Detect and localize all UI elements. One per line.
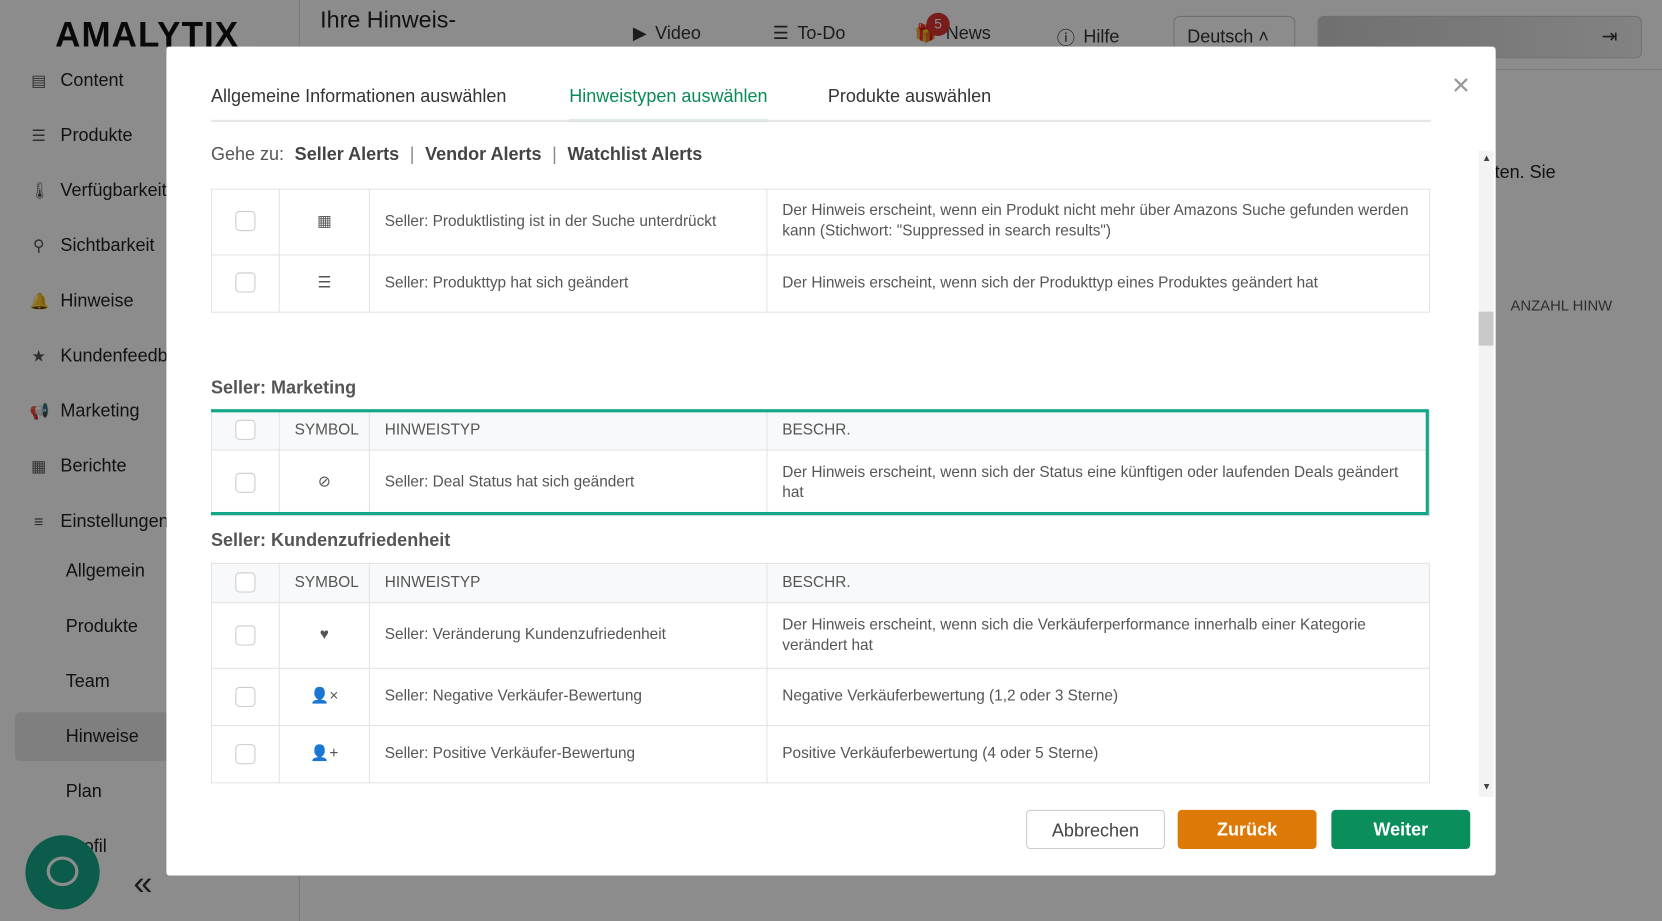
row-checkbox[interactable] — [235, 272, 256, 293]
table-row: 👤× Seller: Negative Verkäufer-Bewertung Ne… — [210, 667, 1430, 727]
goto-vendor-alerts[interactable]: Vendor Alerts — [425, 144, 542, 165]
alert-description: Der Hinweis erscheint, wenn sich der Pro… — [766, 253, 1430, 313]
alert-types-list: ▦ Seller: Produktlisting ist in der Suche… — [210, 188, 1431, 796]
table-row: ♥ Seller: Veränderung Kundenzufriedenheit… — [210, 602, 1430, 669]
tab-1[interactable]: Hinweistypen auswählen — [569, 86, 768, 122]
alert-type: Seller: Positive Verkäufer-Bewertung — [368, 725, 768, 784]
alert-table: SYMBOL HINWEISTYP BESCHR. ⊘ Seller: Deal Sta… — [210, 410, 1430, 517]
scroll-down-icon[interactable]: ▼ — [1482, 781, 1491, 792]
column-header: SYMBOL — [278, 410, 370, 451]
alert-type: Seller: Deal Status hat sich geändert — [368, 449, 768, 517]
table-header: SYMBOL HINWEISTYP BESCHR. — [210, 410, 1430, 451]
scroll-up-icon[interactable]: ▲ — [1482, 153, 1491, 164]
ban-icon: ⊘ — [317, 473, 331, 491]
table-row: ☰ Seller: Produkttyp hat sich geändert Der… — [210, 253, 1430, 313]
alert-type: Seller: Produktlisting ist in der Suche … — [368, 188, 768, 255]
alert-type: Seller: Produkttyp hat sich geändert — [368, 253, 768, 313]
tab-divider — [210, 119, 1431, 122]
cancel-button[interactable]: Abbrechen — [1026, 809, 1165, 850]
table-header: SYMBOL HINWEISTYP BESCHR. — [210, 562, 1430, 604]
alert-description: Der Hinweis erscheint, wenn sich der Sta… — [766, 449, 1430, 517]
table-row: ⊘ Seller: Deal Status hat sich geändert De… — [210, 449, 1430, 517]
alert-description: Der Hinweis erscheint, wenn ein Produkt … — [766, 188, 1430, 255]
goto-nav: Gehe zu: Seller Alerts | Vendor Alerts | W… — [210, 144, 703, 165]
row-checkbox[interactable] — [235, 686, 256, 707]
user-x-icon: 👤× — [310, 687, 339, 705]
row-checkbox[interactable] — [235, 472, 256, 493]
alert-type: Seller: Veränderung Kundenzufriedenheit — [368, 602, 768, 669]
alert-description: Positive Verkäuferbewertung (4 oder 5 St… — [766, 725, 1430, 784]
grid-icon: ▦ — [317, 212, 332, 230]
row-checkbox[interactable] — [235, 211, 256, 232]
goto-label: Gehe zu: — [210, 144, 285, 165]
goto-seller-alerts[interactable]: Seller Alerts — [295, 144, 400, 165]
alert-table: ▦ Seller: Produktlisting ist in der Suche… — [210, 188, 1430, 313]
row-checkbox[interactable] — [235, 743, 256, 765]
alert-table: SYMBOL HINWEISTYP BESCHR. ♥ Seller: Veränder… — [210, 562, 1430, 784]
heart-pulse-icon: ♥ — [319, 626, 329, 644]
modal-dialog: Allgemeine Informationen auswählen Hinwei… — [166, 46, 1496, 876]
alert-description: Negative Verkäuferbewertung (1,2 oder 3 … — [766, 667, 1430, 727]
list-check-icon: ☰ — [317, 274, 332, 291]
scrollbar-thumb[interactable] — [1478, 311, 1494, 346]
alert-description: Der Hinweis erscheint, wenn sich die Ver… — [766, 602, 1430, 669]
column-header: SYMBOL — [278, 562, 370, 604]
column-header: HINWEISTYP — [368, 410, 768, 451]
goto-watchlist-alerts[interactable]: Watchlist Alerts — [567, 144, 702, 165]
close-icon[interactable]: ✕ — [1451, 72, 1471, 100]
next-button[interactable]: Weiter — [1331, 809, 1471, 850]
select-all-checkbox[interactable] — [235, 572, 256, 593]
alert-type: Seller: Negative Verkäufer-Bewertung — [368, 667, 768, 727]
tab-0[interactable]: Allgemeine Informationen auswählen — [211, 86, 507, 120]
tab-2[interactable]: Produkte auswählen — [828, 86, 991, 120]
column-header: HINWEISTYP — [368, 562, 768, 604]
column-header: BESCHR. — [766, 410, 1430, 451]
row-checkbox[interactable] — [235, 625, 256, 646]
group-heading: Seller: Kundenzufriedenheit — [210, 530, 451, 551]
select-all-checkbox[interactable] — [235, 420, 256, 441]
back-button[interactable]: Zurück — [1177, 809, 1317, 850]
table-row: 👤+ Seller: Positive Verkäufer-Bewertung Po… — [210, 725, 1430, 784]
table-row: ▦ Seller: Produktlisting ist in der Suche… — [210, 188, 1430, 255]
scrollbar[interactable] — [1478, 150, 1494, 798]
group-heading: Seller: Marketing — [210, 377, 357, 398]
column-header: BESCHR. — [766, 562, 1430, 604]
user-plus-icon: 👤+ — [310, 745, 339, 763]
